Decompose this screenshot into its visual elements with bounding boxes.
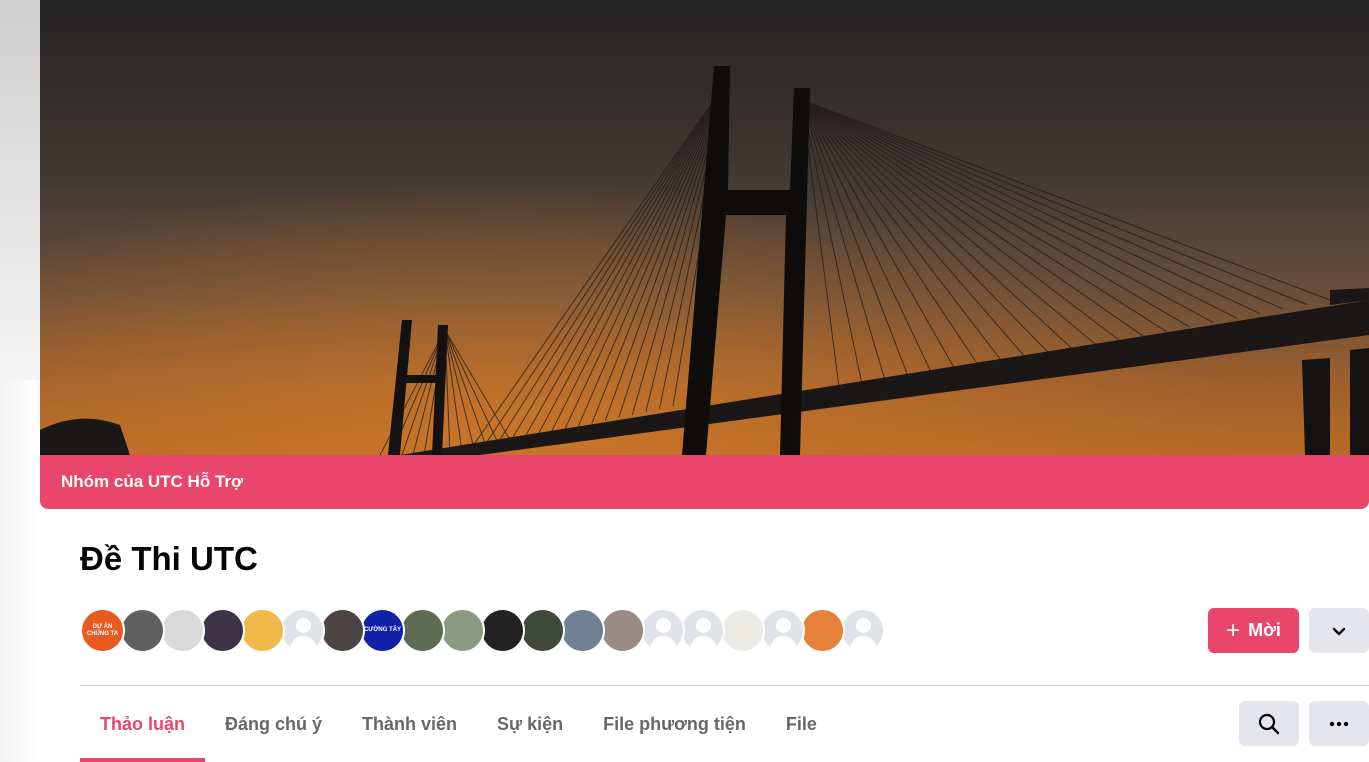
member-avatar[interactable] bbox=[320, 608, 365, 653]
member-avatar-text bbox=[722, 610, 763, 651]
member-avatar[interactable] bbox=[680, 608, 725, 653]
member-avatar[interactable]: CƯỜNG TÂY bbox=[360, 608, 405, 653]
member-avatar-text bbox=[562, 610, 603, 651]
member-avatar[interactable] bbox=[760, 608, 805, 653]
cover-section: Nhóm của UTC Hỗ Trợ bbox=[40, 0, 1369, 509]
member-avatar-text: CƯỜNG TÂY bbox=[363, 627, 402, 634]
member-avatar[interactable] bbox=[840, 608, 885, 653]
member-avatar-text bbox=[202, 610, 243, 651]
tab-item[interactable]: File phương tiện bbox=[583, 686, 766, 762]
member-avatar-text bbox=[322, 610, 363, 651]
member-avatar[interactable]: DỰ ÁN CHÚNG TA bbox=[80, 608, 125, 653]
member-avatar[interactable] bbox=[600, 608, 645, 653]
member-avatar[interactable] bbox=[720, 608, 765, 653]
member-avatar[interactable] bbox=[800, 608, 845, 653]
member-avatar-text: DỰ ÁN CHÚNG TA bbox=[86, 623, 119, 637]
chevron-down-icon bbox=[1332, 627, 1346, 635]
member-avatar-text bbox=[762, 610, 803, 651]
member-avatar-text bbox=[162, 610, 203, 651]
more-options-button[interactable] bbox=[1309, 608, 1369, 653]
search-button[interactable] bbox=[1239, 701, 1299, 746]
member-avatar[interactable] bbox=[440, 608, 485, 653]
tab-item[interactable]: File bbox=[766, 686, 837, 762]
left-edge bbox=[0, 0, 40, 762]
member-avatar-text bbox=[522, 610, 563, 651]
more-actions-button[interactable] bbox=[1309, 701, 1369, 746]
group-banner[interactable]: Nhóm của UTC Hỗ Trợ bbox=[40, 455, 1369, 509]
member-avatar-text bbox=[242, 610, 283, 651]
invite-label: Mời bbox=[1248, 620, 1281, 640]
member-avatar[interactable] bbox=[160, 608, 205, 653]
page-title: Đề Thi UTC bbox=[80, 540, 258, 577]
member-avatar-text bbox=[482, 610, 523, 651]
search-icon bbox=[1258, 713, 1280, 734]
member-avatar[interactable] bbox=[120, 608, 165, 653]
member-avatar[interactable] bbox=[520, 608, 565, 653]
tab-item[interactable]: Sự kiện bbox=[477, 686, 583, 762]
member-avatar-text bbox=[282, 610, 323, 651]
member-avatar[interactable] bbox=[400, 608, 445, 653]
member-avatar-text bbox=[602, 610, 643, 651]
member-avatar-text bbox=[682, 610, 723, 651]
tab-item[interactable]: Thảo luận bbox=[80, 686, 205, 762]
tab-item[interactable]: Thành viên bbox=[342, 686, 477, 762]
member-avatar-text bbox=[122, 610, 163, 651]
member-avatar[interactable] bbox=[280, 608, 325, 653]
member-avatar-text bbox=[842, 610, 883, 651]
cover-photo[interactable] bbox=[40, 0, 1369, 455]
member-avatar[interactable] bbox=[200, 608, 245, 653]
member-avatar[interactable] bbox=[640, 608, 685, 653]
member-avatar-text bbox=[402, 610, 443, 651]
member-avatar[interactable] bbox=[560, 608, 605, 653]
plus-icon: + bbox=[1226, 616, 1241, 644]
member-avatar-text bbox=[802, 610, 843, 651]
member-avatar[interactable] bbox=[480, 608, 525, 653]
member-avatar[interactable] bbox=[240, 608, 285, 653]
group-page: Nhóm của UTC Hỗ Trợ Đề Thi UTC DỰ ÁN CHÚ… bbox=[0, 0, 1369, 762]
more-dots-icon bbox=[1329, 721, 1349, 726]
member-avatar-text bbox=[442, 610, 483, 651]
group-tabs: Thảo luận Đáng chú ý Thành viên Sự kiện File… bbox=[80, 686, 837, 762]
invite-button[interactable]: + Mời bbox=[1208, 608, 1299, 653]
member-avatars[interactable]: DỰ ÁN CHÚNG TA CƯỜNG TÂY bbox=[80, 608, 885, 654]
tab-item[interactable]: Đáng chú ý bbox=[205, 686, 342, 762]
member-avatar-text bbox=[642, 610, 683, 651]
